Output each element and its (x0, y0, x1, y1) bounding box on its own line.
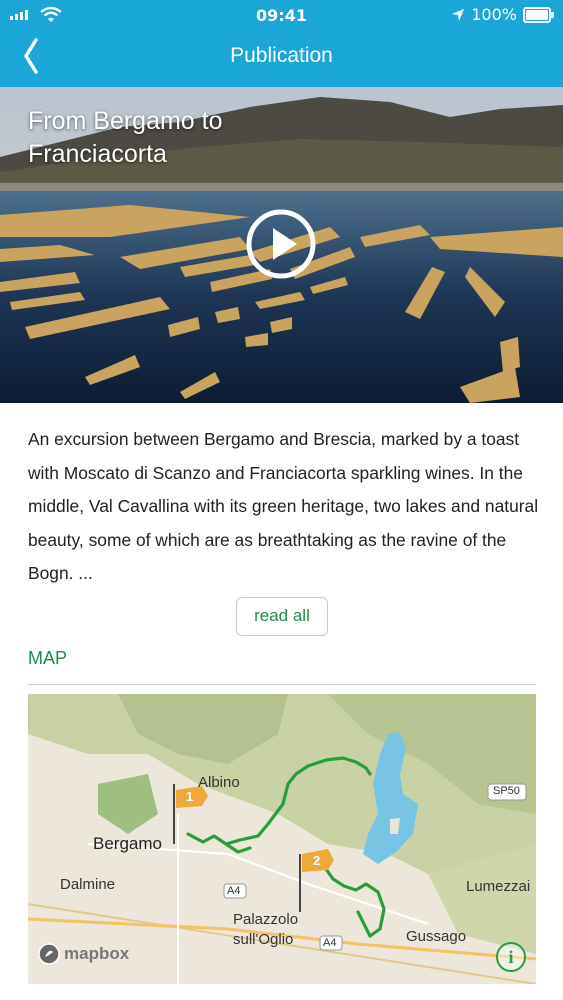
play-icon (273, 228, 297, 260)
map-road-a4-east: A4 (323, 937, 337, 949)
map-marker-2-label: 2 (313, 853, 321, 868)
section-divider (28, 684, 536, 685)
status-bar: 09:41 100% (0, 0, 563, 30)
battery-icon (523, 6, 554, 23)
read-all-button[interactable]: read all (236, 597, 328, 636)
status-right: 100% (451, 5, 554, 24)
map-label-gussago: Gussago (406, 928, 467, 945)
mapbox-logo-icon (38, 943, 60, 965)
mapbox-attribution-text: mapbox (64, 944, 130, 963)
map-info-button[interactable]: i (496, 942, 526, 972)
map-road-a4-west: A4 (227, 885, 241, 897)
play-button[interactable] (245, 208, 317, 280)
map-label-lumezzane: Lumezzai (466, 878, 531, 895)
map-label-palazzolo: Palazzolo sull'Oglio (233, 911, 299, 948)
battery-percentage: 100% (471, 5, 517, 24)
mapbox-attribution[interactable]: mapbox (38, 943, 129, 965)
route-map[interactable]: 1 2 Albino Bergamo Dalmine Palazzolo sul… (28, 694, 536, 984)
map-marker-1-label: 1 (186, 789, 194, 804)
map-label-dalmine: Dalmine (60, 876, 116, 893)
navigation-bar: Publication (0, 30, 563, 87)
map-label-bergamo: Bergamo (93, 834, 162, 853)
page-title: Publication (230, 44, 333, 67)
map-section-label: MAP (28, 648, 68, 668)
hero-video[interactable]: From Bergamo to Franciacorta (0, 87, 563, 403)
map-road-sp50: SP50 (493, 785, 520, 797)
map-label-albino: Albino (198, 774, 240, 791)
description-text: An excursion between Bergamo and Brescia… (28, 429, 539, 584)
hero-title: From Bergamo to Franciacorta (28, 107, 223, 168)
location-arrow-icon (452, 8, 465, 21)
info-icon: i (508, 946, 514, 967)
